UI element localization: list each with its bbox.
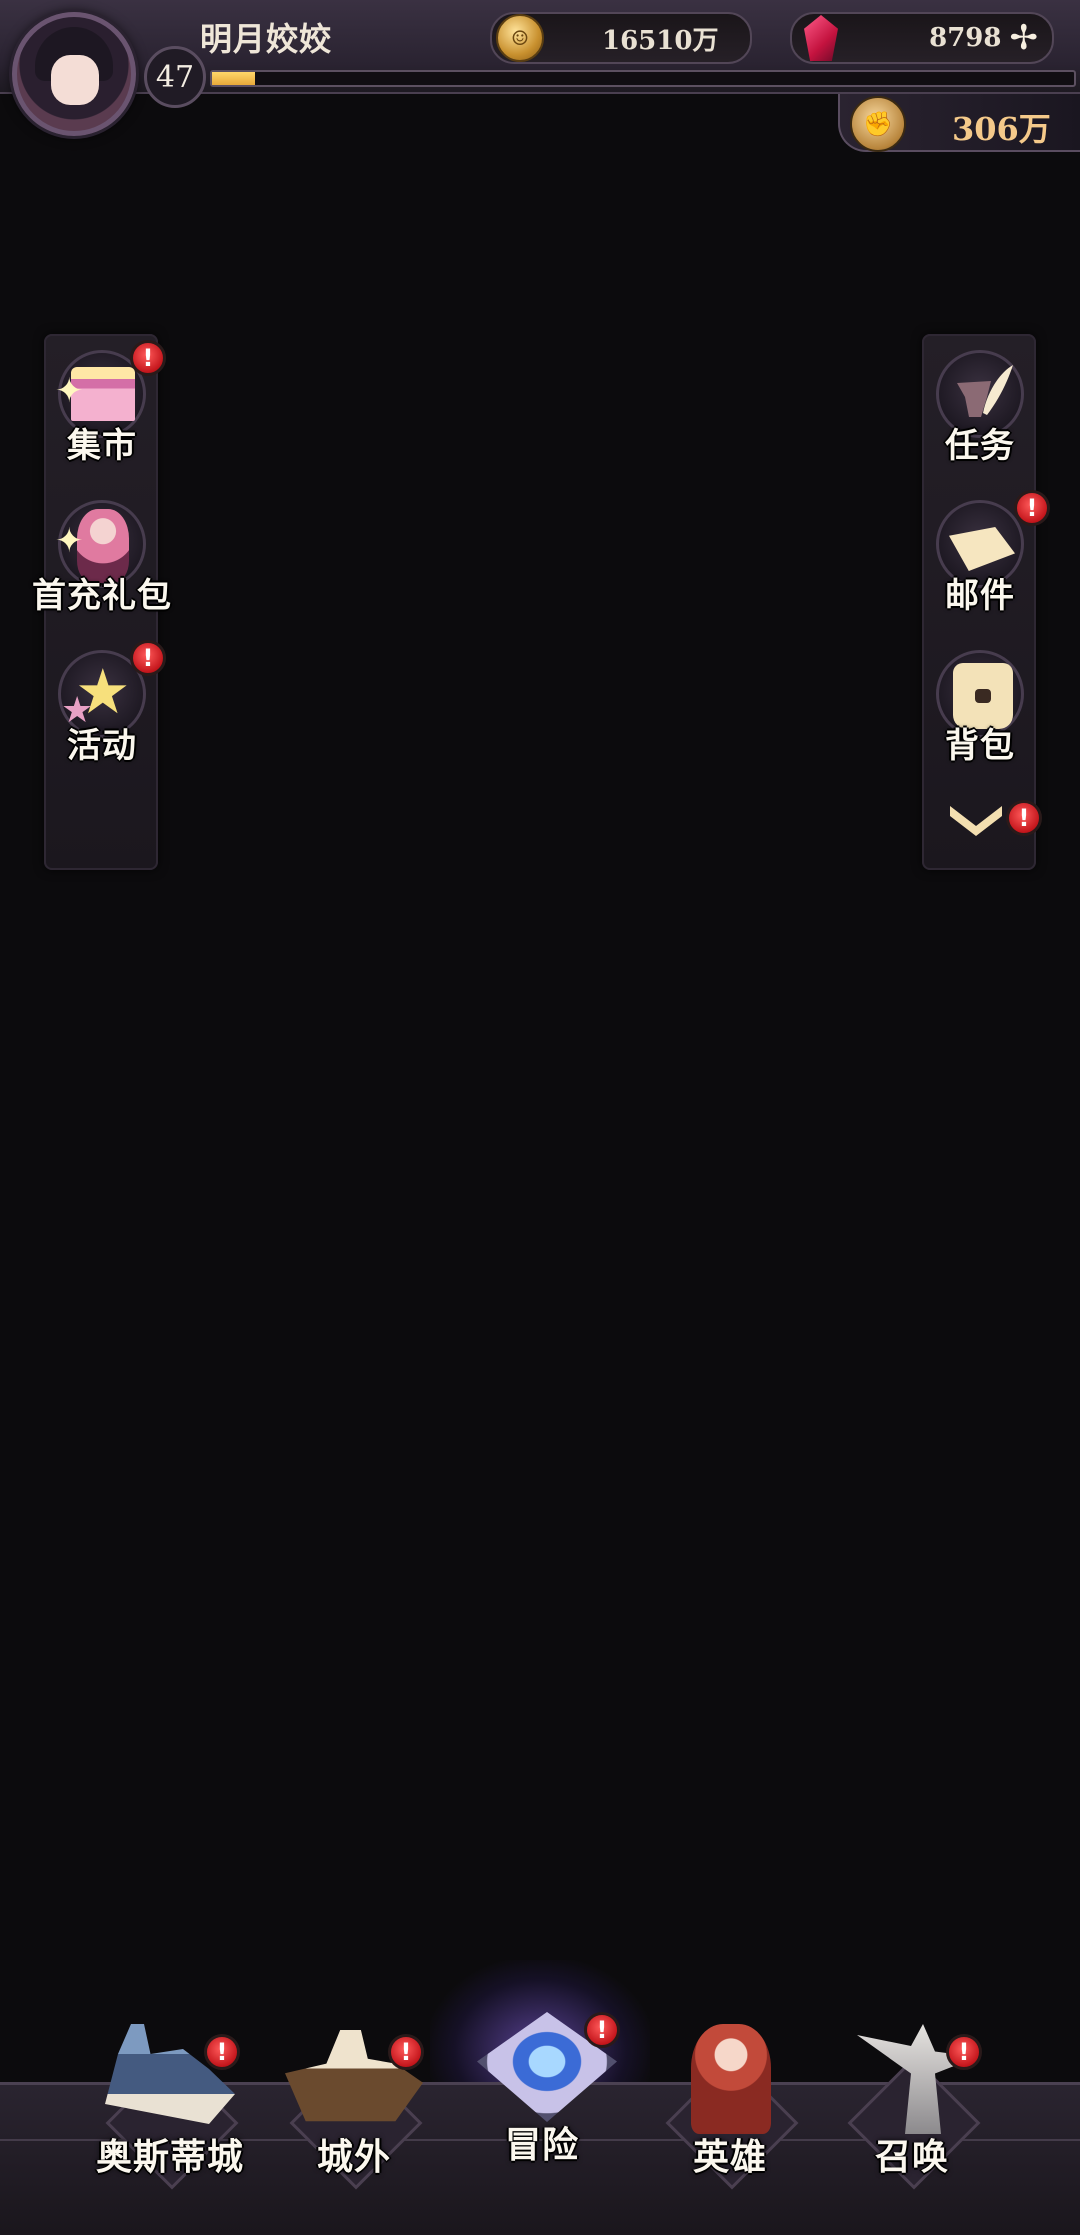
add-gems-icon[interactable]: ✢ [1010,21,1039,55]
combat-power-panel: ✊ 306万 [838,94,1080,152]
sparkle-icon: ✦ [55,521,84,561]
player-name: 明月姣姣 [200,20,333,58]
hero-icon [655,2024,805,2190]
alert-badge-adventure: ! [584,2012,620,2048]
menu-label-mail: 邮件 [945,576,1015,616]
alert-badge-city: ! [204,2034,240,2070]
nav-label-heroes: 英雄 [692,2136,767,2178]
gold-counter[interactable]: ☺ 16510万 [490,12,752,64]
alert-badge-mail: ! [1014,490,1050,526]
menu-label-bag: 背包 [945,726,1015,766]
nav-label-city: 奥斯蒂城 [95,2136,244,2178]
menu-item-first-recharge[interactable]: ✦ 首充礼包 [12,500,192,617]
nav-label-outside: 城外 [316,2136,391,2178]
nav-item-heroes[interactable]: 英雄 [640,2024,820,2190]
player-level-badge: 47 [144,46,206,108]
alert-badge-outside: ! [388,2034,424,2070]
gold-value: 16510万 [602,25,719,56]
menu-label-market: 集市 [67,426,137,466]
sparkle-icon: ✦ [55,371,84,411]
hero-art [691,2024,771,2134]
alert-badge-summon: ! [946,2034,982,2070]
exp-bar-fill [212,72,256,85]
gold-coin-icon: ☺ [496,14,544,62]
exp-bar [210,70,1076,87]
menu-item-bag[interactable]: 背包 [890,650,1070,767]
avatar-face [51,55,99,105]
combat-power-value: 306万 [952,110,1051,148]
alert-badge-expand: ! [1006,800,1042,836]
menu-item-quests[interactable]: 任务 [890,350,1070,467]
menu-label-events: 活动 [67,726,137,766]
menu-label-quests: 任务 [945,426,1015,466]
alert-badge-market: ! [130,340,166,376]
alert-badge-events: ! [130,640,166,676]
menu-label-first-recharge: 首充礼包 [32,576,172,616]
player-avatar[interactable] [12,12,136,136]
nav-label-summon: 召唤 [874,2136,949,2178]
nav-label-adventure: 冒险 [504,2124,579,2166]
gem-icon [804,15,838,61]
nav-item-outside[interactable]: 城外 ! [264,2024,444,2190]
gem-counter[interactable]: 8798 ✢ [790,12,1054,64]
fist-icon: ✊ [850,96,906,152]
envelope-art [949,527,1015,571]
nav-item-summon[interactable]: 召唤 ! [822,2024,1002,2190]
nav-item-city[interactable]: 奥斯蒂城 ! [80,2024,260,2190]
expand-chevron-icon[interactable] [946,800,1006,840]
menu-item-mail[interactable]: 邮件 ! [890,490,1070,617]
nav-item-adventure[interactable]: 冒险 ! [452,2012,632,2168]
gem-value: 8798 [929,23,1002,53]
menu-item-events[interactable]: ★ ★ 活动 ! [12,640,192,767]
menu-item-market[interactable]: ✦ 集市 ! [12,340,192,467]
